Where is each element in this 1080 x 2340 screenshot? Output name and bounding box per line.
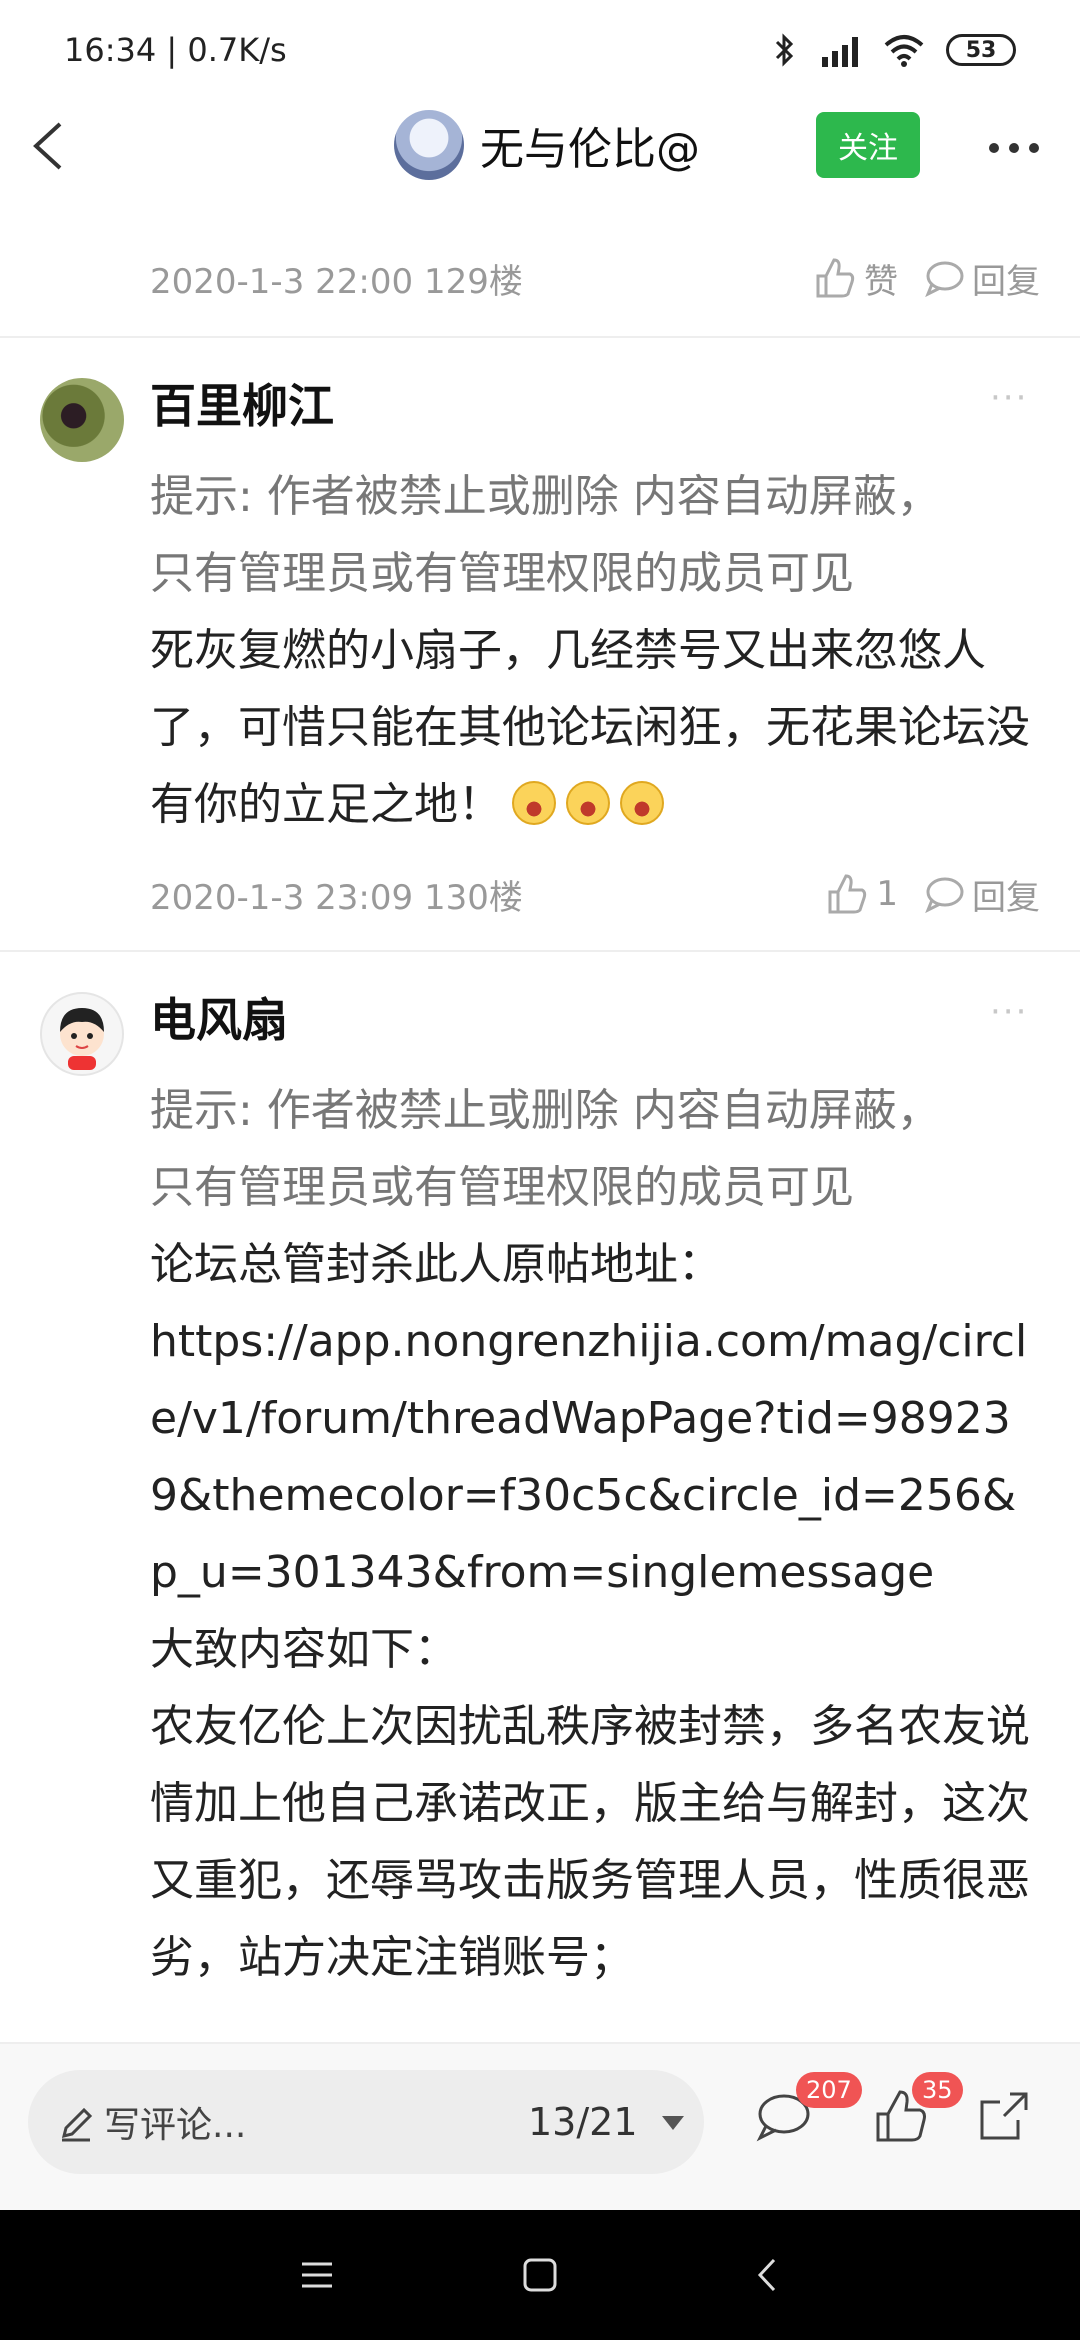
status-separator: |: [166, 31, 188, 69]
post-actions: 赞 回复: [812, 254, 1040, 303]
post-date: 2020-1-3 23:09: [150, 877, 414, 918]
blocked-hint-line: 提示: 作者被禁止或删除 内容自动屏蔽，: [150, 471, 941, 522]
post-username[interactable]: 百里柳江: [150, 370, 334, 436]
post-floor: 129楼: [423, 261, 523, 302]
post-username[interactable]: 电风扇: [150, 984, 288, 1050]
like-label: 赞: [864, 261, 898, 302]
like-count: 1: [876, 874, 898, 914]
reply-label: 回复: [972, 877, 1040, 918]
header-username[interactable]: 无与伦比@: [480, 113, 700, 177]
post-meta-129: 2020-1-3 22:00 129楼 赞 回复: [0, 238, 1080, 318]
status-bar: 16:34 | 0.7K/s 53: [0, 0, 1080, 100]
header-avatar[interactable]: [394, 110, 464, 180]
blocked-hint-line: 只有管理员或有管理权限的成员可见: [150, 1162, 854, 1213]
divider: [0, 950, 1080, 952]
post-more-icon[interactable]: ···: [990, 992, 1028, 1032]
reply-label: 回复: [972, 261, 1040, 302]
bluetooth-icon: [775, 33, 794, 67]
blocked-hint-line: 提示: 作者被禁止或删除 内容自动屏蔽，: [150, 1085, 941, 1136]
home-icon[interactable]: [515, 2250, 565, 2300]
like-button[interactable]: 1: [824, 872, 898, 916]
menu-icon[interactable]: [292, 2250, 342, 2300]
status-speed: 0.7K/s: [187, 31, 287, 69]
bottom-bar: 写评论... 13/21 207 35: [0, 2042, 1080, 2210]
avatar[interactable]: [40, 992, 124, 1076]
thumbs-up-icon: [816, 258, 855, 298]
status-icons: 53: [774, 33, 1016, 67]
reply-button[interactable]: 回复: [924, 870, 1040, 919]
wifi-icon: [884, 35, 924, 67]
battery-level: 53: [965, 37, 997, 63]
post-body: 提示: 作者被禁止或删除 内容自动屏蔽， 只有管理员或有管理权限的成员可见 论坛…: [150, 1072, 1030, 1996]
status-left: 16:34 | 0.7K/s: [64, 31, 287, 69]
post-floor: 130楼: [423, 877, 523, 918]
page-indicator[interactable]: 13/21: [528, 2100, 638, 2144]
more-options-icon[interactable]: [984, 118, 1044, 178]
comment-bubble-icon: [925, 877, 964, 914]
post-meta-left: 2020-1-3 23:09 130楼: [150, 870, 523, 919]
post-url: https://app.nongrenzhijia.com/mag/circle…: [150, 1316, 1028, 1598]
comment-input[interactable]: 写评论... 13/21: [28, 2070, 704, 2174]
thumbs-up-icon: [828, 874, 867, 914]
post-content-line: 农友亿伦上次因扰乱秩序被封禁，多名农友说情加上他自己承诺改正，版主给与解封，这次…: [150, 1701, 1030, 1983]
like-button[interactable]: 赞: [812, 254, 898, 303]
share-icon[interactable]: [976, 2088, 1032, 2144]
battery-icon: 53: [946, 34, 1016, 66]
nav-bar: 无与伦比@ 关注: [0, 100, 1080, 190]
post-date: 2020-1-3 22:00: [150, 261, 414, 302]
comment-bubble-icon: [925, 261, 964, 298]
post-content-line: 论坛总管封杀此人原帖地址：: [150, 1239, 722, 1290]
post-meta-left: 2020-1-3 22:00 129楼: [150, 254, 523, 303]
follow-button[interactable]: 关注: [816, 112, 920, 178]
reply-button[interactable]: 回复: [924, 254, 1040, 303]
laugh-emoji-icon: [620, 781, 664, 825]
like-count-badge: 35: [912, 2072, 963, 2108]
header-user[interactable]: 无与伦比@: [394, 110, 700, 180]
blocked-hint-line: 只有管理员或有管理权限的成员可见: [150, 548, 854, 599]
laugh-emoji-icon: [566, 781, 610, 825]
status-time: 16:34: [64, 31, 157, 69]
back-arrow-icon[interactable]: [22, 116, 82, 176]
post-more-icon[interactable]: ···: [990, 378, 1028, 418]
comment-count-badge: 207: [796, 2072, 862, 2108]
system-navigation-bar: [0, 2210, 1080, 2340]
pencil-icon: [61, 2107, 93, 2142]
post-actions: 1 回复: [824, 870, 1040, 919]
divider: [0, 336, 1080, 338]
hd-signal-icon: [822, 37, 858, 67]
cartoon-avatar-icon: [60, 1008, 104, 1070]
dropdown-arrow-icon[interactable]: [660, 2114, 686, 2132]
laugh-emoji-icon: [512, 781, 556, 825]
post-content: 死灰复燃的小扇子，几经禁号又出来忽悠人了，可惜只能在其他论坛闲狂，无花果论坛没有…: [150, 612, 1030, 843]
avatar[interactable]: [40, 378, 124, 462]
post-content-line: 大致内容如下：: [150, 1624, 458, 1675]
back-icon[interactable]: [742, 2250, 792, 2300]
post-body: 提示: 作者被禁止或删除 内容自动屏蔽， 只有管理员或有管理权限的成员可见 死灰…: [150, 458, 1030, 843]
comment-placeholder: 写评论...: [104, 2105, 247, 2146]
post-meta-130: 2020-1-3 23:09 130楼 1 回复: [0, 854, 1080, 934]
